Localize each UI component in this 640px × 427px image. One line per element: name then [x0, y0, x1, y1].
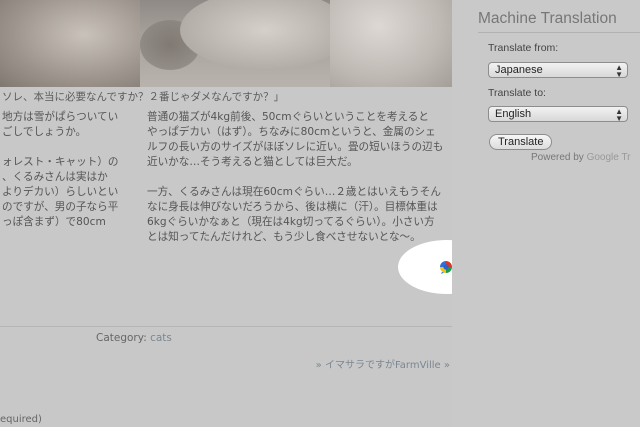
translate-button[interactable]: Translate — [489, 134, 553, 150]
text-line: なに身長は伸びないだろうから、後は横に（汗）。目標体重は — [147, 201, 438, 213]
translate-from-value: Japanese — [495, 64, 543, 76]
text-line: よりデカい）らしいとい — [2, 186, 119, 198]
translate-to-select[interactable]: English ▲ ▼ — [488, 106, 628, 123]
text-line: ごしでしょうか。 — [2, 126, 87, 138]
paragraph-1: 普通の猫ズが4kg前後、50cmぐらいということを考えると やっぱデカい（はず）… — [147, 110, 443, 170]
powered-by-prefix: Powered by — [531, 152, 584, 163]
powered-by: Powered by Google Tr — [531, 152, 631, 163]
select-arrows-icon: ▲ ▼ — [615, 107, 623, 123]
title-divider — [478, 32, 640, 33]
cat-photo — [0, 0, 452, 87]
sidebar: Machine Translation Translate from: Japa… — [452, 0, 640, 427]
text-line: 地方は雪がぱらついてい — [2, 111, 119, 123]
translate-to-value: English — [495, 108, 532, 120]
text-line: 一方、くるみさんは現在60cmぐらい…２歳とはいえもうそん — [147, 186, 441, 198]
translate-from-label: Translate from: — [488, 42, 559, 54]
google-translate-bubble-icon[interactable] — [439, 260, 453, 274]
text-line: 、くるみさんは実はか — [2, 171, 108, 183]
next-post-link[interactable]: » イマサラですがFarmVille » — [316, 356, 450, 371]
paragraph-2: 一方、くるみさんは現在60cmぐらい…２歳とはいえもうそん なに身長は伸びないだ… — [147, 185, 443, 245]
text-line: とは知ってたんだけれど、もう少し食べさせないとな～。 — [147, 231, 421, 243]
post-category: Category: cats — [96, 332, 172, 344]
translate-to-label: Translate to: — [488, 87, 546, 99]
text-line: ォレスト・キャット）の — [2, 156, 119, 168]
text-line: のですが、男の子なら平 — [2, 201, 119, 213]
text-line: 普通の猫ズが4kg前後、50cmぐらいということを考えると — [147, 111, 429, 123]
text-line: 近いかな…そう考えると猫としては巨大だ。 — [147, 156, 358, 168]
category-link[interactable]: cats — [150, 332, 172, 344]
text-line: ルフの長い方のサイズがほぼソレに近い。畳の短いほうの辺も — [147, 141, 444, 153]
post-divider — [0, 326, 455, 327]
select-arrows-icon: ▲ ▼ — [615, 63, 623, 79]
text-line — [2, 140, 119, 155]
text-line: っぽ含まず）で80cm — [2, 216, 106, 228]
post-left-column: 地方は雪がぱらついてい ごしでしょうか。 ォレスト・キャット）の 、くるみさんは… — [2, 110, 119, 230]
page: ソレ、本当に必要なんですか？２番じゃダメなんですか？」 地方は雪がぱらついてい … — [0, 0, 640, 427]
post-caption: ソレ、本当に必要なんですか？２番じゃダメなんですか？」 — [2, 91, 285, 103]
category-label: Category: — [96, 332, 147, 344]
translate-from-select[interactable]: Japanese ▲ ▼ — [488, 62, 628, 79]
text-line: 6kgぐらいかなぁと（現在は4kg切ってるぐらい）。小さい方 — [147, 216, 435, 228]
powered-by-brand: Google Tr — [586, 152, 631, 163]
required-note: equired) — [0, 414, 42, 425]
widget-title: Machine Translation — [478, 10, 617, 27]
post-right-column: 普通の猫ズが4kg前後、50cmぐらいということを考えると やっぱデカい（はず）… — [147, 110, 443, 260]
text-line: やっぱデカい（はず）。ちなみに80cmというと、金属のシェ — [147, 126, 436, 138]
